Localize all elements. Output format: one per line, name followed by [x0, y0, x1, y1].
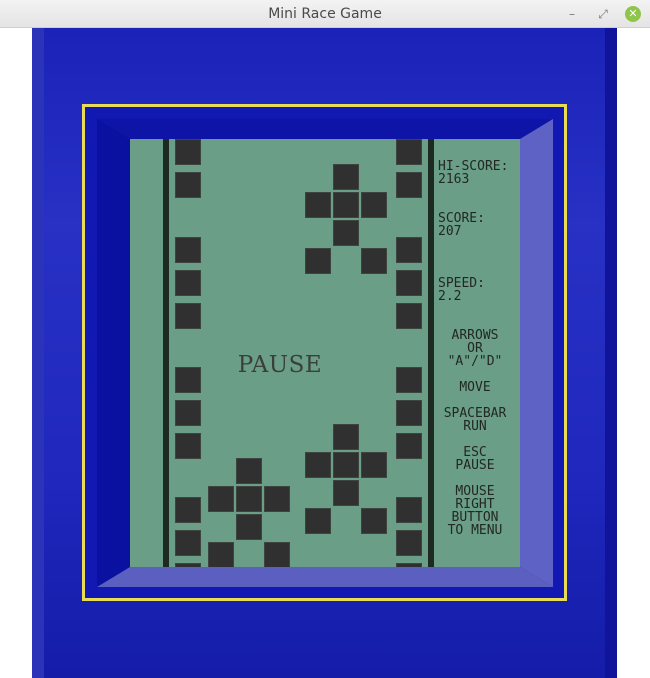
track-block-left: [175, 497, 201, 523]
opponent-car-block: [305, 452, 331, 478]
track-block-left: [175, 270, 201, 296]
track-block-left: [175, 237, 201, 263]
opponent-car-block: [333, 220, 359, 246]
track-block-left: [175, 530, 201, 556]
track-block-right: [396, 303, 422, 329]
player-car-block: [264, 486, 290, 512]
help-move: MOVE: [459, 380, 491, 395]
track-block-right: [396, 530, 422, 556]
player-car-block: [236, 458, 262, 484]
opponent-car-block: [361, 452, 387, 478]
opponent-car-block: [361, 248, 387, 274]
opponent-car-block: [305, 248, 331, 274]
player-car-block: [236, 514, 262, 540]
track-block-left: [175, 172, 201, 198]
opponent-car-block: [361, 192, 387, 218]
hi-score-value: 2163: [438, 172, 470, 187]
track-block-right: [396, 172, 422, 198]
track-block-right: [396, 433, 422, 459]
track-block-right: [396, 270, 422, 296]
opponent-car-block: [333, 424, 359, 450]
track-block-right: [396, 400, 422, 426]
track-block-right: [396, 237, 422, 263]
help-to-menu: TO MENU: [447, 523, 503, 538]
opponent-car-block: [305, 192, 331, 218]
track-block-right: [396, 497, 422, 523]
pause-label: PAUSE: [237, 352, 323, 378]
opponent-car-block: [333, 192, 359, 218]
track-block-right: [396, 139, 422, 165]
track-block-left: [175, 303, 201, 329]
opponent-car-block: [333, 480, 359, 506]
player-car-block: [208, 486, 234, 512]
track-block-left: [175, 563, 201, 567]
help-ad-keys: "A"/"D": [447, 354, 503, 369]
track-block-right: [396, 563, 422, 567]
track-block-left: [175, 433, 201, 459]
opponent-car-block: [333, 164, 359, 190]
opponent-car-block: [361, 508, 387, 534]
track-block-left: [175, 139, 201, 165]
help-run: RUN: [463, 419, 487, 434]
track-block-left: [175, 400, 201, 426]
help-pause: PAUSE: [455, 458, 495, 473]
opponent-car-block: [305, 508, 331, 534]
score-value: 207: [438, 224, 462, 239]
speed-value: 2.2: [438, 289, 462, 304]
player-car-block: [236, 486, 262, 512]
player-car-block: [264, 542, 290, 567]
opponent-car-block: [333, 452, 359, 478]
player-car-block: [208, 542, 234, 567]
